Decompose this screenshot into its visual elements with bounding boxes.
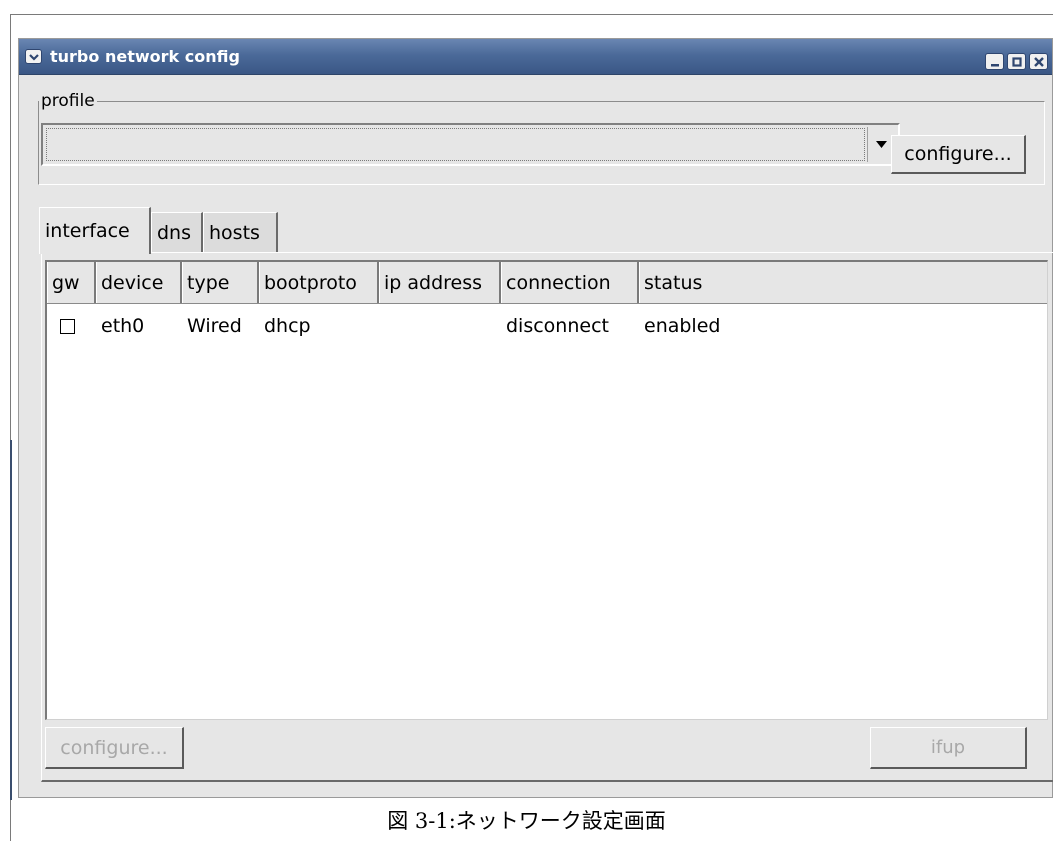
column-header-ip-address[interactable]: ip address (379, 262, 501, 303)
minimize-icon (991, 64, 999, 67)
tab-hosts[interactable]: hosts (203, 212, 278, 252)
column-header-type[interactable]: type (182, 262, 259, 303)
table-header: gw device type bootproto ip address conn… (47, 262, 1047, 304)
cell-connection: disconnect (506, 315, 609, 337)
cell-type: Wired (187, 315, 242, 337)
title-bar[interactable]: turbo network config (19, 39, 1052, 75)
minimize-button[interactable] (985, 53, 1004, 70)
maximize-icon (1012, 57, 1022, 67)
tab-interface[interactable]: interface (39, 207, 151, 254)
profile-configure-button[interactable]: configure... (891, 135, 1026, 174)
interface-configure-button[interactable]: configure... (45, 727, 184, 769)
cell-bootproto: dhcp (264, 315, 311, 337)
column-header-device[interactable]: device (96, 262, 182, 303)
interface-table[interactable]: gw device type bootproto ip address conn… (45, 260, 1048, 720)
window-title: turbo network config (50, 47, 240, 66)
gw-checkbox-icon[interactable] (60, 319, 75, 334)
figure-caption: 図 3-1:ネットワーク設定画面 (387, 809, 666, 833)
column-header-gw[interactable]: gw (47, 262, 96, 303)
profile-combobox-value (46, 128, 865, 161)
cell-status: enabled (644, 315, 721, 337)
column-header-connection[interactable]: connection (501, 262, 639, 303)
page-frame-top (10, 14, 1053, 15)
profile-label: profile (39, 91, 97, 111)
page-frame-shadow (10, 440, 12, 800)
dropdown-arrow-icon (876, 141, 887, 148)
column-header-status[interactable]: status (639, 262, 1048, 303)
cell-device: eth0 (101, 315, 145, 337)
close-icon (1034, 57, 1044, 67)
profile-combobox[interactable] (41, 123, 900, 166)
column-header-bootproto[interactable]: bootproto (259, 262, 379, 303)
tab-dns[interactable]: dns (151, 212, 203, 252)
app-window: turbo network config profile configure..… (18, 38, 1053, 798)
close-button[interactable] (1029, 53, 1048, 70)
window-menu-button[interactable] (25, 49, 42, 64)
ifup-button[interactable]: ifup (870, 727, 1027, 769)
menu-chevron-icon (29, 54, 39, 61)
maximize-button[interactable] (1007, 53, 1026, 70)
